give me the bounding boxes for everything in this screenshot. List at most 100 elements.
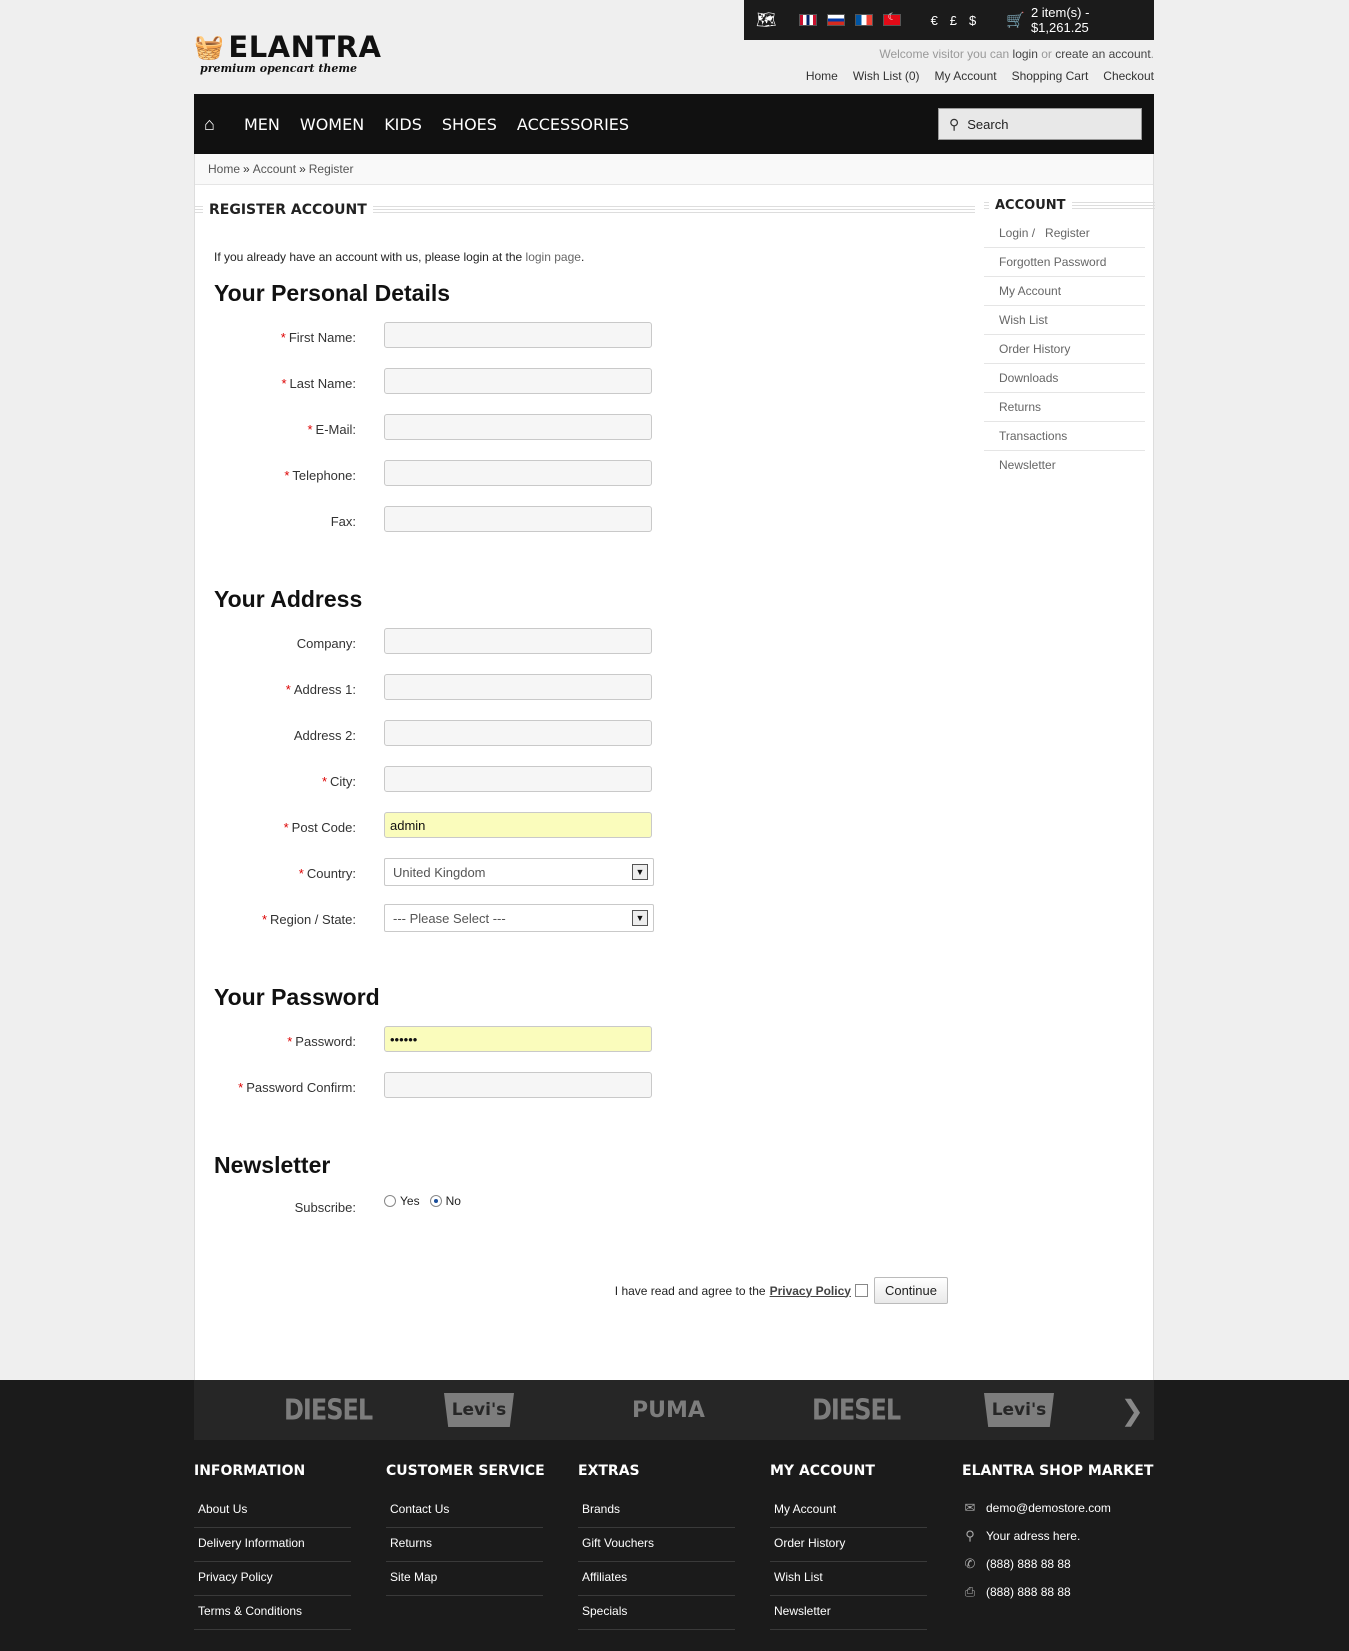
footer-link-delivery[interactable]: Delivery Information: [194, 1528, 351, 1562]
subscribe-label: Subscribe:: [294, 1200, 356, 1215]
currency-pound[interactable]: £: [950, 13, 957, 28]
logo-name: ELANTRA: [228, 30, 382, 64]
brand-logo-diesel[interactable]: DIESEL: [812, 1390, 901, 1431]
subscribe-yes-radio[interactable]: [384, 1195, 396, 1207]
postcode-row: * Post Code:: [195, 812, 795, 842]
create-account-link[interactable]: create an account: [1055, 47, 1150, 61]
page-title: REGISTER ACCOUNT: [203, 202, 373, 218]
footer-information: INFORMATION About Us Delivery Informatio…: [194, 1463, 351, 1630]
address2-field[interactable]: [384, 720, 652, 746]
sidebar-login-link[interactable]: Login /: [999, 226, 1035, 240]
currency-euro[interactable]: €: [931, 13, 938, 28]
continue-button[interactable]: Continue: [873, 1277, 948, 1304]
chevron-right-icon[interactable]: ❯: [1121, 1394, 1144, 1427]
cart-summary[interactable]: 🛒 2 item(s) - $1,261.25: [1006, 5, 1144, 35]
breadcrumb-account[interactable]: Account: [253, 162, 296, 176]
telephone-field[interactable]: [384, 460, 652, 486]
top-bar: 🗺 € £ $ 🛒 2 item(s) - $1,261.25: [744, 0, 1154, 40]
region-select[interactable]: --- Please Select --- ▼: [384, 904, 654, 932]
footer-link-brands[interactable]: Brands: [578, 1494, 735, 1528]
subscribe-row: Subscribe: Yes No: [195, 1192, 795, 1222]
search-icon[interactable]: ⚲: [949, 116, 959, 133]
email-field[interactable]: [384, 414, 652, 440]
login-page-link[interactable]: login page: [526, 250, 581, 264]
world-map-icon[interactable]: 🗺: [756, 10, 785, 30]
footer-link-specials[interactable]: Specials: [578, 1596, 735, 1630]
password-field[interactable]: [384, 1026, 652, 1052]
footer-link-contact-us[interactable]: Contact Us: [386, 1494, 543, 1528]
password-confirm-row: * Password Confirm:: [195, 1072, 795, 1102]
city-field[interactable]: [384, 766, 652, 792]
sidebar-item-downloads[interactable]: Downloads: [984, 364, 1145, 393]
top-links: Home Wish List (0) My Account Shopping C…: [806, 69, 1154, 83]
flag-french-icon[interactable]: [854, 14, 873, 26]
flag-turkish-icon[interactable]: [882, 12, 901, 26]
chevron-down-icon: ▼: [632, 864, 648, 880]
password-confirm-field[interactable]: [384, 1072, 652, 1098]
footer-link-newsletter[interactable]: Newsletter: [770, 1596, 927, 1630]
site-logo[interactable]: 🧺 ELANTRA premium opencart theme: [194, 30, 381, 75]
login-link[interactable]: login: [1013, 47, 1038, 61]
privacy-policy-link[interactable]: Privacy Policy: [770, 1284, 851, 1298]
nav-item-accessories[interactable]: ACCESSORIES: [517, 115, 629, 134]
footer-link-site-map[interactable]: Site Map: [386, 1562, 543, 1596]
chevron-down-icon: ▼: [632, 910, 648, 926]
top-link-checkout[interactable]: Checkout: [1103, 69, 1154, 83]
fax-row: Fax:: [195, 506, 795, 536]
fax-field[interactable]: [384, 506, 652, 532]
home-icon[interactable]: ⌂: [204, 114, 234, 135]
sidebar-item-newsletter[interactable]: Newsletter: [984, 451, 1145, 480]
sidebar-item-transactions[interactable]: Transactions: [984, 422, 1145, 451]
postcode-label: Post Code:: [291, 820, 356, 835]
subscribe-no-radio[interactable]: [429, 1195, 442, 1207]
top-link-my-account[interactable]: My Account: [935, 69, 997, 83]
intro-text: If you already have an account with us, …: [214, 250, 585, 264]
sidebar-register-link[interactable]: Register: [1045, 226, 1090, 240]
breadcrumb-home[interactable]: Home: [208, 162, 240, 176]
footer-customer-service-title: CUSTOMER SERVICE: [386, 1463, 545, 1479]
country-select[interactable]: United Kingdom ▼: [384, 858, 654, 886]
footer-link-returns[interactable]: Returns: [386, 1528, 543, 1562]
top-link-home[interactable]: Home: [806, 69, 838, 83]
sidebar-item-forgotten-password[interactable]: Forgotten Password: [984, 248, 1145, 277]
sidebar-item-my-account[interactable]: My Account: [984, 277, 1145, 306]
nav-item-women[interactable]: WOMEN: [300, 115, 364, 134]
phone-icon: ✆: [964, 1556, 976, 1571]
footer-link-about-us[interactable]: About Us: [194, 1494, 351, 1528]
address1-field[interactable]: [384, 674, 652, 700]
sidebar-item-wish-list[interactable]: Wish List: [984, 306, 1145, 335]
nav-item-shoes[interactable]: SHOES: [442, 115, 497, 134]
brand-logo-levis[interactable]: Levi's: [984, 1393, 1054, 1427]
password-label: Password:: [295, 1034, 356, 1049]
location-pin-icon: ⚲: [965, 1528, 975, 1543]
footer-link-affiliates[interactable]: Affiliates: [578, 1562, 735, 1596]
footer-link-privacy[interactable]: Privacy Policy: [194, 1562, 351, 1596]
region-label: Region / State:: [270, 912, 356, 927]
agree-checkbox[interactable]: [854, 1284, 868, 1297]
brand-logo-levis[interactable]: Levi's: [444, 1393, 514, 1427]
top-link-wishlist[interactable]: Wish List (0): [853, 69, 920, 83]
company-field[interactable]: [384, 628, 652, 654]
postcode-field[interactable]: [384, 812, 652, 838]
brand-logo-puma[interactable]: PUMA: [632, 1393, 705, 1427]
breadcrumb-register[interactable]: Register: [309, 162, 354, 176]
currency-dollar[interactable]: $: [969, 13, 976, 28]
footer-link-wish-list[interactable]: Wish List: [770, 1562, 927, 1596]
sidebar-item-returns[interactable]: Returns: [984, 393, 1145, 422]
brand-logo-diesel[interactable]: DIESEL: [284, 1390, 373, 1431]
flag-russian-icon[interactable]: [826, 14, 845, 26]
footer-link-gift-vouchers[interactable]: Gift Vouchers: [578, 1528, 735, 1562]
flag-english-icon[interactable]: [798, 14, 817, 26]
footer-link-order-history[interactable]: Order History: [770, 1528, 927, 1562]
top-link-shopping-cart[interactable]: Shopping Cart: [1012, 69, 1089, 83]
sidebar-item-order-history[interactable]: Order History: [984, 335, 1145, 364]
shop-email[interactable]: demo@demostore.com: [986, 1501, 1111, 1515]
footer-link-terms[interactable]: Terms & Conditions: [194, 1596, 351, 1630]
first-name-field[interactable]: [384, 322, 652, 348]
last-name-field[interactable]: [384, 368, 652, 394]
last-name-row: * Last Name:: [195, 368, 795, 398]
nav-item-men[interactable]: MEN: [244, 115, 280, 134]
nav-item-kids[interactable]: KIDS: [384, 115, 422, 134]
footer-link-my-account[interactable]: My Account: [770, 1494, 927, 1528]
search-input[interactable]: [967, 116, 1128, 132]
